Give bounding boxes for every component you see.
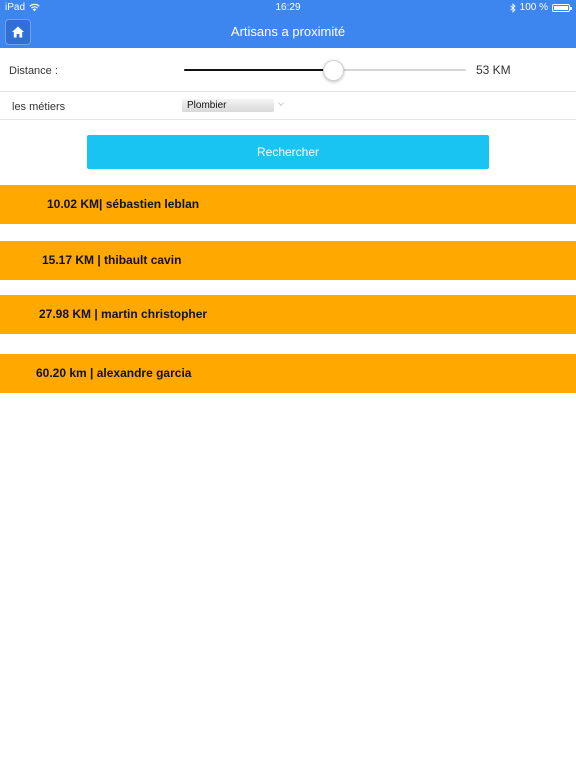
result-text: 10.02 KM| sébastien leblan bbox=[47, 197, 200, 211]
chevron-down-icon[interactable] bbox=[277, 100, 285, 108]
page-title: Artisans a proximité bbox=[230, 24, 346, 39]
metier-select[interactable]: Plombier bbox=[182, 99, 274, 112]
status-bar: iPad 16:29 100 % bbox=[0, 0, 576, 16]
result-item[interactable]: 27.98 KM | martin christopher bbox=[0, 295, 576, 334]
slider-thumb[interactable] bbox=[322, 60, 344, 81]
result-item[interactable]: 10.02 KM| sébastien leblan bbox=[0, 185, 576, 224]
result-text: 27.98 KM | martin christopher bbox=[39, 307, 208, 321]
metiers-row: les métiers Plombier bbox=[0, 92, 576, 120]
result-text: 60.20 km | alexandre garcia bbox=[36, 366, 192, 380]
result-item[interactable]: 15.17 KM | thibault cavin bbox=[0, 241, 576, 280]
status-right: 100 % bbox=[509, 2, 572, 13]
distance-value: 53 KM bbox=[476, 63, 511, 77]
battery-percent: 100 % bbox=[519, 2, 548, 13]
distance-slider[interactable] bbox=[184, 60, 466, 81]
metiers-label: les métiers bbox=[12, 101, 66, 113]
slider-fill bbox=[184, 69, 334, 71]
status-time: 16:29 bbox=[275, 2, 301, 13]
nav-bar: Artisans a proximité bbox=[0, 16, 576, 48]
search-button[interactable]: Rechercher bbox=[87, 135, 489, 169]
result-item[interactable]: 60.20 km | alexandre garcia bbox=[0, 354, 576, 393]
battery-icon bbox=[552, 3, 572, 12]
distance-row: Distance : 53 KM bbox=[0, 48, 576, 92]
bluetooth-icon bbox=[509, 2, 516, 13]
result-text: 15.17 KM | thibault cavin bbox=[42, 253, 182, 267]
distance-label: Distance : bbox=[9, 65, 58, 77]
